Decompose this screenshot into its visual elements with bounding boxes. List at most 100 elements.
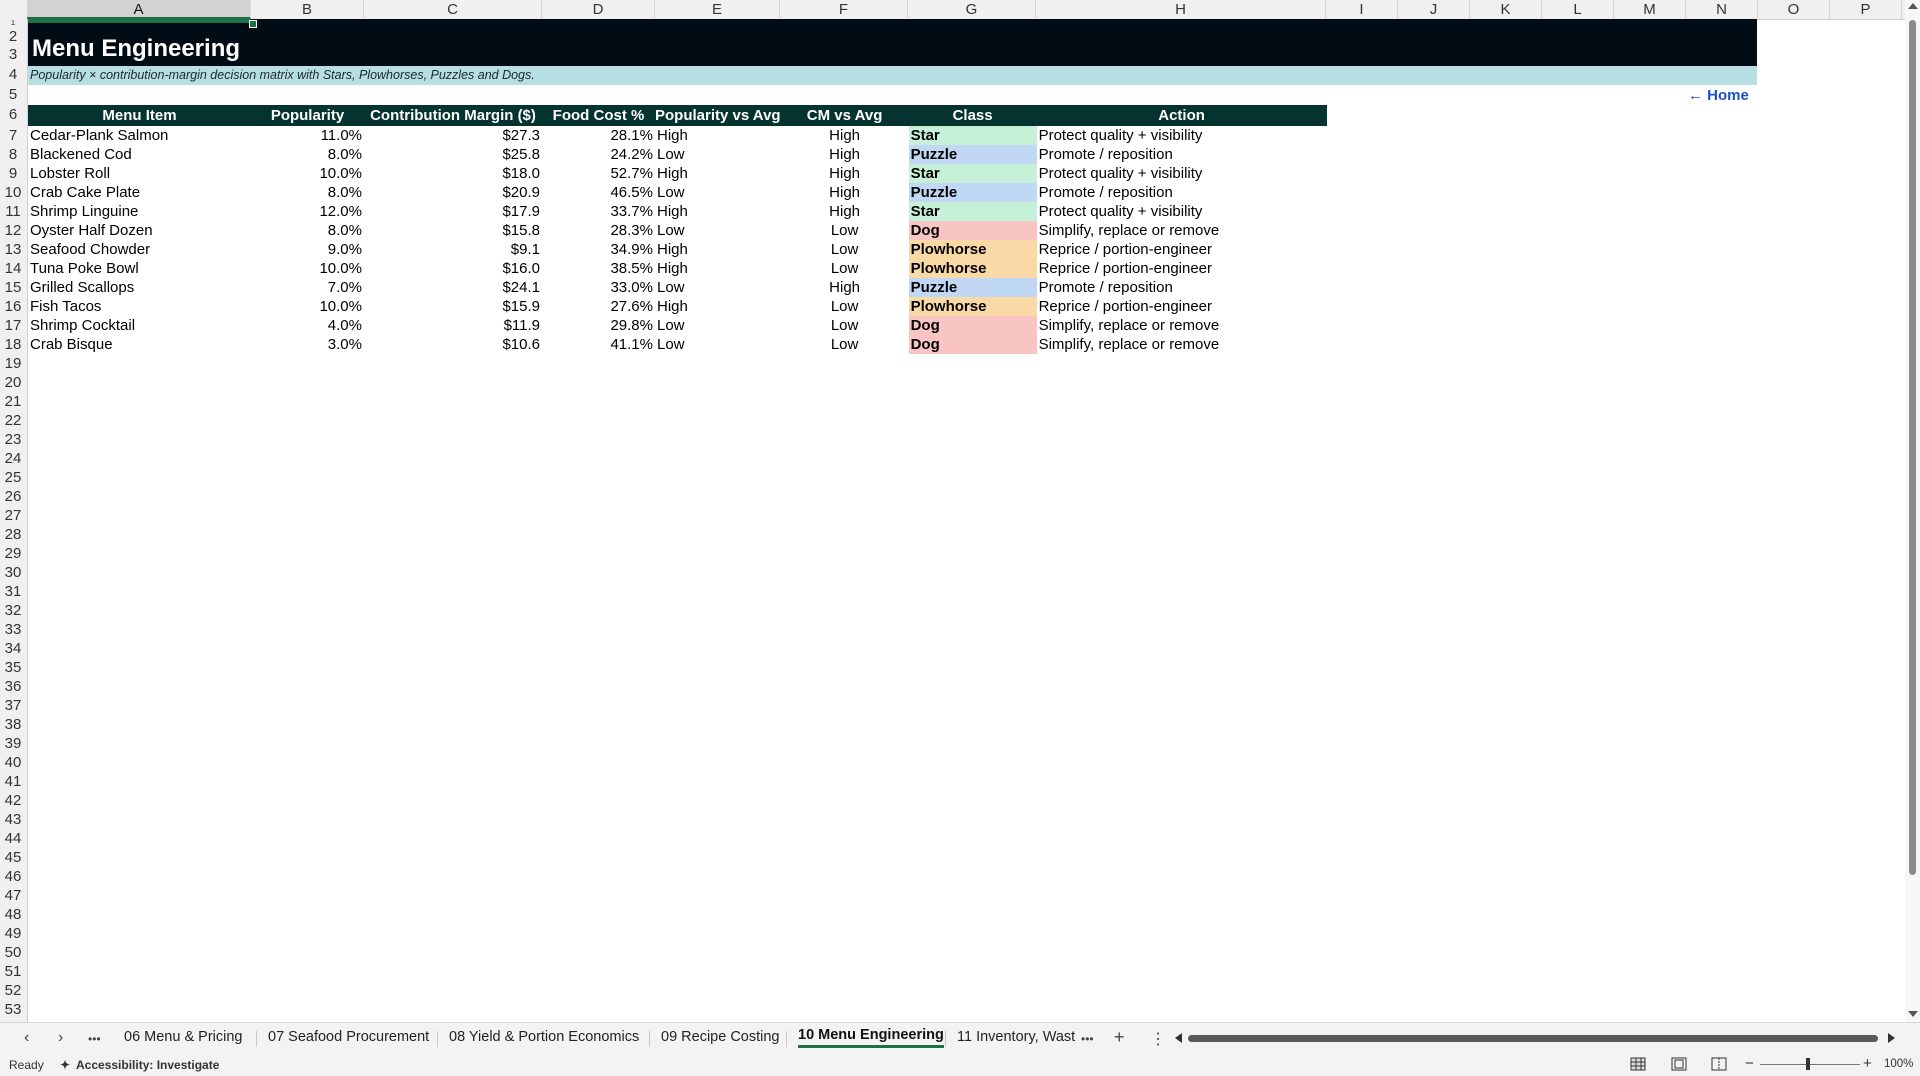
row-header-25[interactable]: 25 [0, 469, 26, 487]
cell-popularity[interactable]: 10.0% [251, 164, 364, 183]
row-header-26[interactable]: 26 [0, 488, 26, 506]
cell-item[interactable]: Grilled Scallops [28, 278, 251, 297]
cell-popularity[interactable]: 3.0% [251, 335, 364, 354]
cell-item[interactable]: Fish Tacos [28, 297, 251, 316]
row-header-4[interactable]: 4 [0, 66, 26, 84]
cell-pop-vs-avg[interactable]: High [655, 240, 781, 259]
cell-cm[interactable]: $27.3 [364, 126, 542, 145]
chevron-right-icon[interactable]: › [58, 1029, 63, 1047]
cell-popularity[interactable]: 10.0% [251, 297, 364, 316]
row-header-5[interactable]: 5 [0, 86, 26, 104]
cell-food-cost[interactable]: 41.1% [542, 335, 655, 354]
cell-cm[interactable]: $10.6 [364, 335, 542, 354]
row-header-21[interactable]: 21 [0, 393, 26, 411]
cell-action[interactable]: Promote / reposition [1037, 183, 1327, 202]
cell-cm[interactable]: $15.9 [364, 297, 542, 316]
scroll-right-arrow-icon[interactable] [1888, 1033, 1895, 1043]
row-header-19[interactable]: 19 [0, 355, 26, 373]
page-break-view-icon[interactable] [1711, 1057, 1727, 1071]
sheet-tab[interactable]: 10 Menu Engineering [798, 1027, 944, 1048]
cell-food-cost[interactable]: 34.9% [542, 240, 655, 259]
cell-popularity[interactable]: 8.0% [251, 145, 364, 164]
cell-pop-vs-avg[interactable]: Low [655, 145, 781, 164]
cell-cm[interactable]: $16.0 [364, 259, 542, 278]
cell-class[interactable]: Puzzle [908, 183, 1037, 202]
accessibility-status[interactable]: ✦ Accessibility: Investigate [60, 1058, 219, 1072]
cell-popularity[interactable]: 9.0% [251, 240, 364, 259]
cell-cm[interactable]: $25.8 [364, 145, 542, 164]
fill-handle[interactable] [249, 20, 257, 28]
normal-view-icon[interactable] [1630, 1057, 1646, 1071]
cell-item[interactable]: Tuna Poke Bowl [28, 259, 251, 278]
row-header-7[interactable]: 7 [0, 127, 26, 145]
column-header-c[interactable]: C [364, 0, 542, 19]
sheet-tab[interactable]: 06 Menu & Pricing [124, 1029, 242, 1045]
column-header-k[interactable]: K [1470, 0, 1542, 19]
row-header-51[interactable]: 51 [0, 963, 26, 981]
cell-pop-vs-avg[interactable]: High [655, 259, 781, 278]
cell-pop-vs-avg[interactable]: High [655, 126, 781, 145]
cell-class[interactable]: Star [908, 202, 1037, 221]
cell-cm-vs-avg[interactable]: High [781, 183, 909, 202]
column-header-n[interactable]: N [1686, 0, 1758, 19]
cell-area[interactable]: Menu Engineering Popularity × contributi… [28, 19, 1905, 1022]
column-header-f[interactable]: F [780, 0, 908, 19]
zoom-in-button[interactable]: + [1863, 1055, 1872, 1072]
cell-food-cost[interactable]: 52.7% [542, 164, 655, 183]
row-header-32[interactable]: 32 [0, 602, 26, 620]
more-tabs-right-button[interactable]: ••• [1081, 1032, 1094, 1046]
row-header-1[interactable]: 1 [0, 20, 26, 26]
sheet-tab[interactable]: 07 Seafood Procurement [268, 1029, 429, 1045]
cell-food-cost[interactable]: 27.6% [542, 297, 655, 316]
row-header-46[interactable]: 46 [0, 868, 26, 886]
more-tabs-left-button[interactable]: ••• [88, 1032, 101, 1046]
cell-cm-vs-avg[interactable]: High [781, 145, 909, 164]
cell-action[interactable]: Simplify, replace or remove [1037, 221, 1327, 240]
cell-popularity[interactable]: 12.0% [251, 202, 364, 221]
cell-class[interactable]: Star [908, 164, 1037, 183]
cell-cm[interactable]: $17.9 [364, 202, 542, 221]
row-header-40[interactable]: 40 [0, 754, 26, 772]
active-cell-selection[interactable] [28, 19, 257, 28]
row-header-8[interactable]: 8 [0, 146, 26, 164]
row-header-30[interactable]: 30 [0, 564, 26, 582]
cell-food-cost[interactable]: 46.5% [542, 183, 655, 202]
row-header-42[interactable]: 42 [0, 792, 26, 810]
row-header-33[interactable]: 33 [0, 621, 26, 639]
row-header-23[interactable]: 23 [0, 431, 26, 449]
cell-action[interactable]: Reprice / portion-engineer [1037, 240, 1327, 259]
cell-cm-vs-avg[interactable]: Low [781, 240, 909, 259]
cell-action[interactable]: Promote / reposition [1037, 278, 1327, 297]
row-header-41[interactable]: 41 [0, 773, 26, 791]
chevron-left-icon[interactable]: ‹ [24, 1029, 29, 1047]
row-header-13[interactable]: 13 [0, 241, 26, 259]
row-header-2[interactable]: 2 [0, 28, 26, 46]
cell-popularity[interactable]: 4.0% [251, 316, 364, 335]
cell-pop-vs-avg[interactable]: High [655, 164, 781, 183]
cell-action[interactable]: Reprice / portion-engineer [1037, 259, 1327, 278]
sheet-tab[interactable]: 11 Inventory, Wast [957, 1029, 1075, 1045]
row-header-50[interactable]: 50 [0, 944, 26, 962]
row-header-20[interactable]: 20 [0, 374, 26, 392]
column-header-p[interactable]: P [1830, 0, 1902, 19]
cell-item[interactable]: Shrimp Linguine [28, 202, 251, 221]
zoom-level[interactable]: 100% [1884, 1058, 1913, 1070]
cell-pop-vs-avg[interactable]: High [655, 297, 781, 316]
cell-item[interactable]: Crab Bisque [28, 335, 251, 354]
cell-class[interactable]: Puzzle [908, 278, 1037, 297]
column-header-e[interactable]: E [655, 0, 780, 19]
zoom-slider[interactable] [1760, 1064, 1860, 1065]
cell-food-cost[interactable]: 24.2% [542, 145, 655, 164]
cell-item[interactable]: Oyster Half Dozen [28, 221, 251, 240]
cell-item[interactable]: Lobster Roll [28, 164, 251, 183]
cell-cm[interactable]: $18.0 [364, 164, 542, 183]
row-header-15[interactable]: 15 [0, 279, 26, 297]
sheet-tab[interactable]: 08 Yield & Portion Economics [449, 1029, 639, 1045]
cell-item[interactable]: Seafood Chowder [28, 240, 251, 259]
cell-class[interactable]: Dog [908, 335, 1037, 354]
row-header-34[interactable]: 34 [0, 640, 26, 658]
sheet-options-button[interactable]: ⋮ [1150, 1029, 1166, 1049]
cell-cm-vs-avg[interactable]: Low [781, 335, 909, 354]
cell-cm[interactable]: $15.8 [364, 221, 542, 240]
cell-action[interactable]: Protect quality + visibility [1037, 126, 1327, 145]
